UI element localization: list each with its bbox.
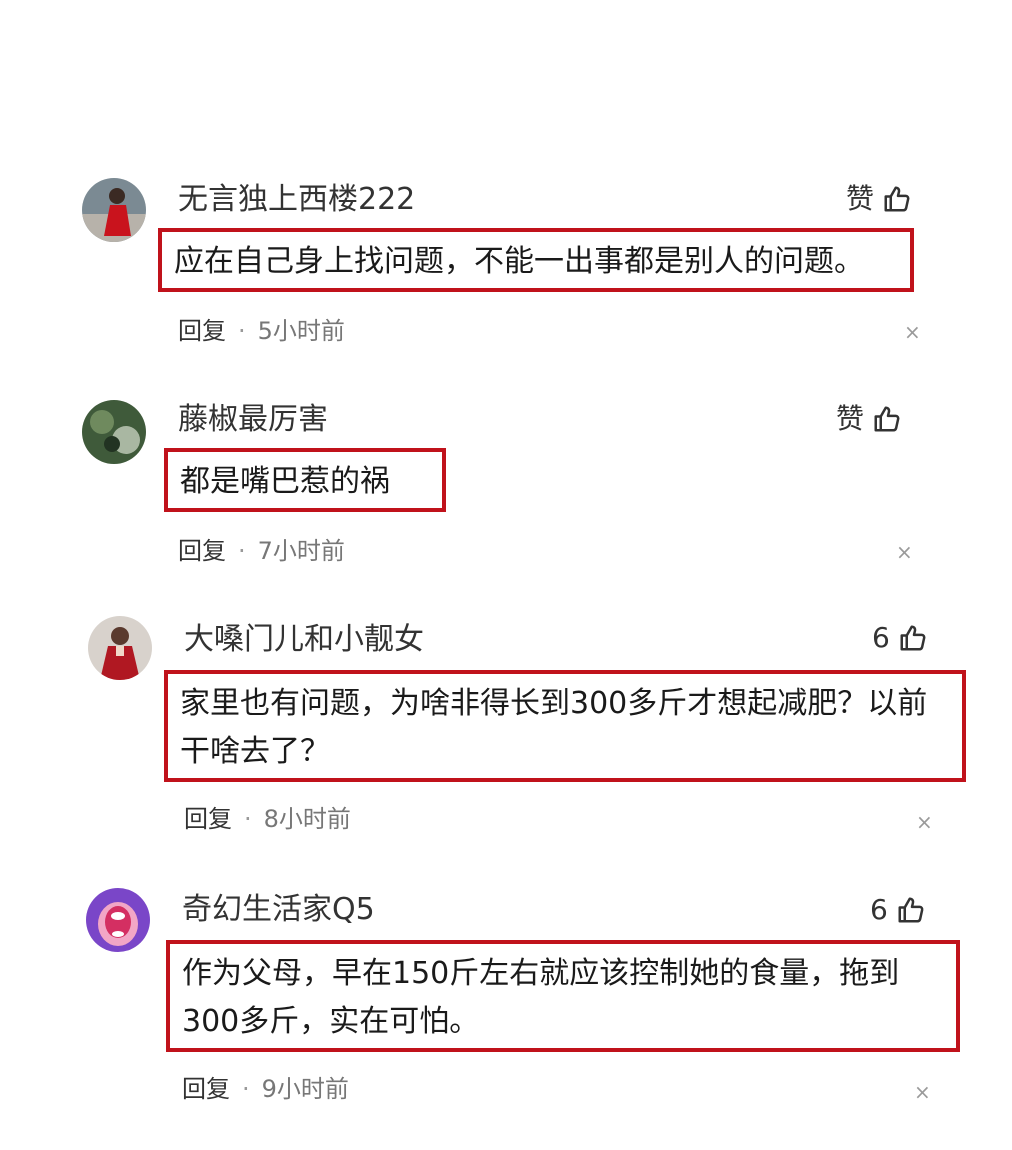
reply-button[interactable]: 回复 <box>178 536 226 566</box>
avatar[interactable] <box>86 888 150 952</box>
close-icon[interactable]: × <box>904 322 921 342</box>
reply-button[interactable]: 回复 <box>184 804 232 834</box>
username[interactable]: 藤椒最厉害 <box>178 402 328 438</box>
comment-meta: 回复 · 8小时前 <box>184 804 351 834</box>
comment-meta: 回复 · 5小时前 <box>178 316 345 346</box>
timestamp: 7小时前 <box>257 537 345 565</box>
timestamp: 9小时前 <box>261 1075 349 1103</box>
comment-text: 作为父母，早在150斤左右就应该控制她的食量，拖到300多斤，实在可怕。 <box>166 940 960 1052</box>
separator-dot: · <box>238 317 246 345</box>
thumbs-up-icon <box>874 406 900 432</box>
reply-button[interactable]: 回复 <box>178 316 226 346</box>
thumbs-up-icon <box>898 897 924 923</box>
avatar[interactable] <box>88 616 152 680</box>
like-button[interactable]: 赞 <box>846 181 912 217</box>
thumbs-up-icon <box>884 186 910 212</box>
avatar[interactable] <box>82 400 146 464</box>
avatar[interactable] <box>82 178 146 242</box>
thumbs-up-icon <box>900 625 926 651</box>
close-icon[interactable]: × <box>896 542 913 562</box>
like-label: 赞 <box>846 182 875 215</box>
comment-text: 应在自己身上找问题，不能一出事都是别人的问题。 <box>158 228 914 292</box>
separator-dot: · <box>238 537 246 565</box>
like-label: 赞 <box>836 402 865 435</box>
like-button[interactable]: 赞 <box>836 401 902 437</box>
like-count: 6 <box>870 893 888 926</box>
comment-meta: 回复 · 7小时前 <box>178 536 345 566</box>
comment-text: 家里也有问题，为啥非得长到300多斤才想起减肥？以前干啥去了？ <box>164 670 966 782</box>
like-button[interactable]: 6 <box>872 620 928 656</box>
like-button[interactable]: 6 <box>870 892 926 928</box>
separator-dot: · <box>242 1075 250 1103</box>
close-icon[interactable]: × <box>916 812 933 832</box>
username[interactable]: 无言独上西楼222 <box>178 182 415 218</box>
timestamp: 5小时前 <box>257 317 345 345</box>
comment-text: 都是嘴巴惹的祸 <box>164 448 446 512</box>
like-count: 6 <box>872 621 890 654</box>
reply-button[interactable]: 回复 <box>182 1074 230 1104</box>
separator-dot: · <box>244 805 252 833</box>
comment-meta: 回复 · 9小时前 <box>182 1074 349 1104</box>
close-icon[interactable]: × <box>914 1082 931 1102</box>
username[interactable]: 大嗓门儿和小靓女 <box>184 622 424 658</box>
timestamp: 8小时前 <box>263 805 351 833</box>
username[interactable]: 奇幻生活家Q5 <box>182 892 375 928</box>
